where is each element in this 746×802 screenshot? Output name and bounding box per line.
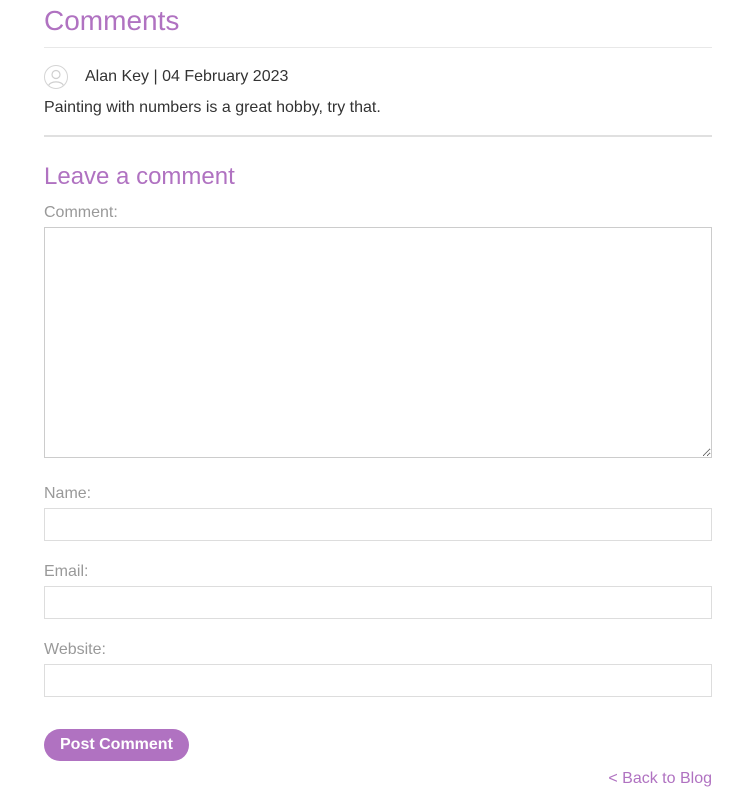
post-comment-button[interactable]: Post Comment (44, 729, 189, 761)
name-input[interactable] (44, 508, 712, 541)
email-label: Email: (44, 563, 89, 580)
comments-heading: Comments (44, 0, 712, 48)
email-input[interactable] (44, 586, 712, 619)
website-input[interactable] (44, 664, 712, 697)
comment-text: Painting with numbers is a great hobby, … (44, 99, 381, 116)
name-label: Name: (44, 485, 92, 502)
comment-form: Leave a comment Comment: Name: Email: We… (44, 137, 712, 761)
comment-meta: Alan Key | 04 February 2023 (44, 64, 712, 90)
website-label: Website: (44, 641, 106, 658)
user-avatar-icon (44, 65, 68, 89)
back-to-blog-link[interactable]: < Back to Blog (608, 769, 712, 789)
comment-label: Comment: (44, 204, 118, 221)
leave-comment-heading: Leave a comment (44, 163, 235, 190)
comment-textarea[interactable] (44, 227, 712, 458)
comment-author-date: Alan Key | 04 February 2023 (85, 68, 289, 85)
comment-item: Alan Key | 04 February 2023 Painting wit… (44, 48, 712, 137)
blog-comments-page: Comments Alan Key | 04 February 2023 Pai… (44, 0, 712, 761)
